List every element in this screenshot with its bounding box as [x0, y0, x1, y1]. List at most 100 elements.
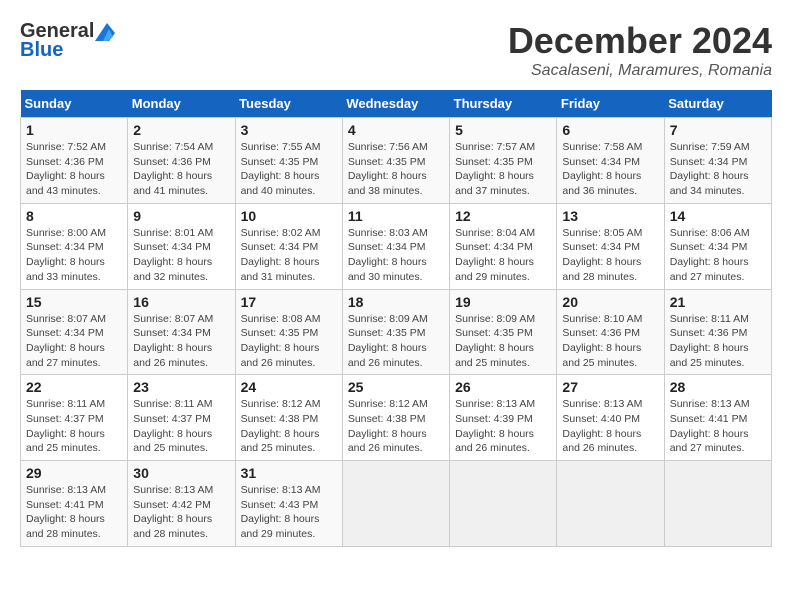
- day-number: 1: [26, 122, 122, 138]
- day-detail: Sunrise: 7:59 AM Sunset: 4:34 PM Dayligh…: [670, 140, 766, 199]
- calendar-cell: 4 Sunrise: 7:56 AM Sunset: 4:35 PM Daylig…: [342, 118, 449, 204]
- day-detail: Sunrise: 8:05 AM Sunset: 4:34 PM Dayligh…: [562, 226, 658, 285]
- day-number: 20: [562, 294, 658, 310]
- day-detail: Sunrise: 8:03 AM Sunset: 4:34 PM Dayligh…: [348, 226, 444, 285]
- day-number: 7: [670, 122, 766, 138]
- col-header-friday: Friday: [557, 90, 664, 118]
- calendar-week-row: 8Sunrise: 8:00 AM Sunset: 4:34 PM Daylig…: [21, 203, 772, 289]
- day-number: 15: [26, 294, 122, 310]
- day-number: 29: [26, 465, 122, 481]
- location: Sacalaseni, Maramures, Romania: [508, 62, 772, 80]
- calendar-cell: 7 Sunrise: 7:59 AM Sunset: 4:34 PM Daylig…: [664, 118, 771, 204]
- col-header-wednesday: Wednesday: [342, 90, 449, 118]
- calendar-cell: 16 Sunrise: 8:07 AM Sunset: 4:34 PM Dayli…: [128, 289, 235, 375]
- day-number: 24: [241, 379, 337, 395]
- calendar-cell: 21 Sunrise: 8:11 AM Sunset: 4:36 PM Dayli…: [664, 289, 771, 375]
- day-number: 6: [562, 122, 658, 138]
- day-detail: Sunrise: 7:56 AM Sunset: 4:35 PM Dayligh…: [348, 140, 444, 199]
- day-detail: Sunrise: 8:13 AM Sunset: 4:43 PM Dayligh…: [241, 483, 337, 542]
- calendar-week-row: 22 Sunrise: 8:11 AM Sunset: 4:37 PM Dayli…: [21, 375, 772, 461]
- calendar-cell: 31 Sunrise: 8:13 AM Sunset: 4:43 PM Dayli…: [235, 461, 342, 547]
- calendar-cell: 13 Sunrise: 8:05 AM Sunset: 4:34 PM Dayli…: [557, 203, 664, 289]
- day-detail: Sunrise: 8:02 AM Sunset: 4:34 PM Dayligh…: [241, 226, 337, 285]
- calendar-cell: 24Sunrise: 8:12 AM Sunset: 4:38 PM Dayli…: [235, 375, 342, 461]
- calendar-cell: 5 Sunrise: 7:57 AM Sunset: 4:35 PM Daylig…: [450, 118, 557, 204]
- day-detail: Sunrise: 8:13 AM Sunset: 4:42 PM Dayligh…: [133, 483, 229, 542]
- calendar-cell: 9Sunrise: 8:01 AM Sunset: 4:34 PM Daylig…: [128, 203, 235, 289]
- day-number: 27: [562, 379, 658, 395]
- day-detail: Sunrise: 8:09 AM Sunset: 4:35 PM Dayligh…: [455, 312, 551, 371]
- calendar-cell: [557, 461, 664, 547]
- col-header-tuesday: Tuesday: [235, 90, 342, 118]
- day-detail: Sunrise: 8:07 AM Sunset: 4:34 PM Dayligh…: [26, 312, 122, 371]
- calendar-table: SundayMondayTuesdayWednesdayThursdayFrid…: [20, 90, 772, 547]
- day-number: 4: [348, 122, 444, 138]
- calendar-cell: 19 Sunrise: 8:09 AM Sunset: 4:35 PM Dayli…: [450, 289, 557, 375]
- day-number: 5: [455, 122, 551, 138]
- day-number: 18: [348, 294, 444, 310]
- day-number: 31: [241, 465, 337, 481]
- day-detail: Sunrise: 8:13 AM Sunset: 4:41 PM Dayligh…: [26, 483, 122, 542]
- calendar-week-row: 29 Sunrise: 8:13 AM Sunset: 4:41 PM Dayli…: [21, 461, 772, 547]
- calendar-cell: 20 Sunrise: 8:10 AM Sunset: 4:36 PM Dayli…: [557, 289, 664, 375]
- day-detail: Sunrise: 8:07 AM Sunset: 4:34 PM Dayligh…: [133, 312, 229, 371]
- day-number: 8: [26, 208, 122, 224]
- day-number: 16: [133, 294, 229, 310]
- day-detail: Sunrise: 7:55 AM Sunset: 4:35 PM Dayligh…: [241, 140, 337, 199]
- day-detail: Sunrise: 8:09 AM Sunset: 4:35 PM Dayligh…: [348, 312, 444, 371]
- calendar-body: 1 Sunrise: 7:52 AM Sunset: 4:36 PM Daylig…: [21, 118, 772, 547]
- calendar-cell: 12Sunrise: 8:04 AM Sunset: 4:34 PM Dayli…: [450, 203, 557, 289]
- calendar-cell: [664, 461, 771, 547]
- day-detail: Sunrise: 8:08 AM Sunset: 4:35 PM Dayligh…: [241, 312, 337, 371]
- day-detail: Sunrise: 7:58 AM Sunset: 4:34 PM Dayligh…: [562, 140, 658, 199]
- day-number: 22: [26, 379, 122, 395]
- calendar-cell: 1 Sunrise: 7:52 AM Sunset: 4:36 PM Daylig…: [21, 118, 128, 204]
- calendar-cell: 11 Sunrise: 8:03 AM Sunset: 4:34 PM Dayli…: [342, 203, 449, 289]
- day-number: 28: [670, 379, 766, 395]
- day-number: 13: [562, 208, 658, 224]
- day-number: 26: [455, 379, 551, 395]
- calendar-week-row: 15 Sunrise: 8:07 AM Sunset: 4:34 PM Dayli…: [21, 289, 772, 375]
- day-number: 14: [670, 208, 766, 224]
- day-detail: Sunrise: 7:57 AM Sunset: 4:35 PM Dayligh…: [455, 140, 551, 199]
- day-detail: Sunrise: 8:11 AM Sunset: 4:37 PM Dayligh…: [26, 397, 122, 456]
- col-header-thursday: Thursday: [450, 90, 557, 118]
- day-number: 30: [133, 465, 229, 481]
- calendar-cell: 25 Sunrise: 8:12 AM Sunset: 4:38 PM Dayli…: [342, 375, 449, 461]
- day-detail: Sunrise: 8:13 AM Sunset: 4:39 PM Dayligh…: [455, 397, 551, 456]
- day-number: 25: [348, 379, 444, 395]
- calendar-cell: 22 Sunrise: 8:11 AM Sunset: 4:37 PM Dayli…: [21, 375, 128, 461]
- day-detail: Sunrise: 8:13 AM Sunset: 4:41 PM Dayligh…: [670, 397, 766, 456]
- calendar-cell: 27 Sunrise: 8:13 AM Sunset: 4:40 PM Dayli…: [557, 375, 664, 461]
- day-number: 19: [455, 294, 551, 310]
- calendar-cell: 6 Sunrise: 7:58 AM Sunset: 4:34 PM Daylig…: [557, 118, 664, 204]
- day-detail: Sunrise: 8:06 AM Sunset: 4:34 PM Dayligh…: [670, 226, 766, 285]
- calendar-header-row: SundayMondayTuesdayWednesdayThursdayFrid…: [21, 90, 772, 118]
- day-detail: Sunrise: 8:13 AM Sunset: 4:40 PM Dayligh…: [562, 397, 658, 456]
- day-detail: Sunrise: 8:12 AM Sunset: 4:38 PM Dayligh…: [348, 397, 444, 456]
- calendar-cell: 26 Sunrise: 8:13 AM Sunset: 4:39 PM Dayli…: [450, 375, 557, 461]
- day-detail: Sunrise: 8:10 AM Sunset: 4:36 PM Dayligh…: [562, 312, 658, 371]
- day-number: 21: [670, 294, 766, 310]
- calendar-cell: [342, 461, 449, 547]
- logo: General Blue: [20, 20, 115, 62]
- day-detail: Sunrise: 7:52 AM Sunset: 4:36 PM Dayligh…: [26, 140, 122, 199]
- day-detail: Sunrise: 8:04 AM Sunset: 4:34 PM Dayligh…: [455, 226, 551, 285]
- calendar-cell: 3 Sunrise: 7:55 AM Sunset: 4:35 PM Daylig…: [235, 118, 342, 204]
- day-number: 11: [348, 208, 444, 224]
- calendar-cell: 14 Sunrise: 8:06 AM Sunset: 4:34 PM Dayli…: [664, 203, 771, 289]
- day-number: 2: [133, 122, 229, 138]
- day-number: 3: [241, 122, 337, 138]
- day-number: 17: [241, 294, 337, 310]
- month-title: December 2024: [508, 20, 772, 62]
- col-header-monday: Monday: [128, 90, 235, 118]
- day-detail: Sunrise: 8:11 AM Sunset: 4:36 PM Dayligh…: [670, 312, 766, 371]
- calendar-cell: 29 Sunrise: 8:13 AM Sunset: 4:41 PM Dayli…: [21, 461, 128, 547]
- calendar-cell: 30 Sunrise: 8:13 AM Sunset: 4:42 PM Dayli…: [128, 461, 235, 547]
- calendar-week-row: 1 Sunrise: 7:52 AM Sunset: 4:36 PM Daylig…: [21, 118, 772, 204]
- calendar-cell: 10 Sunrise: 8:02 AM Sunset: 4:34 PM Dayli…: [235, 203, 342, 289]
- calendar-cell: 18 Sunrise: 8:09 AM Sunset: 4:35 PM Dayli…: [342, 289, 449, 375]
- calendar-cell: 23Sunrise: 8:11 AM Sunset: 4:37 PM Dayli…: [128, 375, 235, 461]
- calendar-cell: 15 Sunrise: 8:07 AM Sunset: 4:34 PM Dayli…: [21, 289, 128, 375]
- day-number: 10: [241, 208, 337, 224]
